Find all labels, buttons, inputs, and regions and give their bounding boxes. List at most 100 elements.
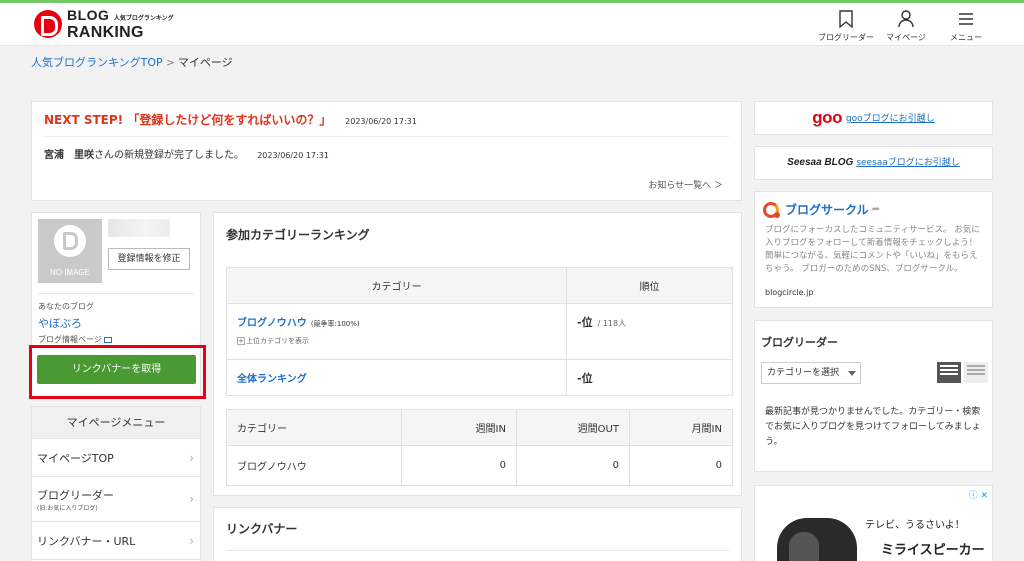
menu-item-link-banner[interactable]: リンクバナー・URL › (32, 522, 200, 560)
blog-circle-description: ブログにフォーカスしたコミュニティサービス。 お気に入りブログをフォローして新着… (765, 225, 980, 274)
goo-migration-link[interactable]: gooブログにお引越し (846, 114, 935, 124)
week-in-cell: 0 (401, 445, 517, 486)
breadcrumb-separator: > (165, 56, 175, 69)
menu-item-blog-reader[interactable]: ブログリーダー (旧:お気に入りブログ) › (32, 477, 200, 522)
divider (226, 550, 729, 551)
speaker-image (777, 518, 857, 561)
week-out-cell: 0 (516, 445, 630, 486)
menu-item-mypage-top[interactable]: マイページTOP › (32, 439, 200, 477)
column-header: 月間IN (629, 409, 733, 446)
breadcrumb-current: マイページ (177, 56, 233, 69)
table-row: ブログノウハウ 0 0 0 (226, 445, 733, 486)
caret-down-icon (848, 371, 856, 376)
plus-icon: + (237, 337, 245, 345)
show-parent-category[interactable]: + 上位カテゴリを表示 (237, 336, 556, 346)
menu-item-label: マイページTOP (37, 451, 114, 465)
menu-title: マイページメニュー (32, 407, 200, 439)
notice-date: 2023/06/20 17:31 (345, 117, 417, 126)
table-row: ブログノウハウ (競争率:100%) + 上位カテゴリを表示 -位 / 118人 (226, 303, 733, 360)
blog-circle-ad[interactable]: ブログサークル ➦ ブログにフォーカスしたコミュニティサービス。 お気に入りブロ… (754, 191, 993, 308)
menu-item-sub: (旧:お気に入りブログ) (37, 504, 98, 512)
logo-line1: BLOG (67, 7, 110, 23)
rank-total: / 118人 (597, 319, 627, 328)
message-date: 2023/06/20 17:31 (257, 151, 329, 160)
chevron-right-icon: › (189, 533, 194, 548)
registration-message: さんの新規登録が完了しました。 (94, 150, 244, 161)
logo-mark-icon (34, 10, 62, 38)
breadcrumb: 人気ブログランキングTOP > マイページ (31, 54, 233, 70)
table-row: 全体ランキング -位 (226, 359, 733, 396)
stats-table: カテゴリー 週間IN 週間OUT 月間IN ブログノウハウ 0 0 0 (226, 409, 733, 486)
category-link[interactable]: ブログノウハウ (237, 318, 307, 329)
nav-label: マイページ (886, 33, 926, 42)
speaker-ad[interactable]: ⓘ ✕ テレビ、うるさいよ！ ミライスピーカー (754, 485, 993, 561)
share-arrow-icon: ➦ (871, 204, 881, 215)
nav-mypage[interactable]: マイページ (876, 9, 936, 43)
column-header: カテゴリー (226, 409, 402, 446)
category-select-value: カテゴリーを選択 (767, 368, 840, 378)
seesaa-migration-banner[interactable]: Seesaa BLOG seesaaブログにお引越し (754, 146, 993, 180)
blog-circle-title: ブログサークル (785, 203, 869, 217)
site-logo[interactable]: BLOG 人気ブログランキング RANKING (34, 7, 174, 41)
get-link-banner-button[interactable]: リンクバナーを取得 (37, 355, 196, 384)
competition-rate: (競争率:100%) (310, 320, 360, 328)
new-window-icon (103, 337, 112, 343)
link-banner-title: リンクバナー (226, 522, 298, 536)
edit-profile-button[interactable]: 登録情報を修正 (108, 248, 190, 270)
blog-reader-title: ブログリーダー (761, 336, 838, 349)
seesaa-migration-link[interactable]: seesaaブログにお引越し (856, 158, 959, 168)
next-step-link[interactable]: NEXT STEP! 「登録したけど何をすればいいの？」 (44, 113, 331, 127)
month-in-cell: 0 (629, 445, 733, 486)
blog-circle-logo-icon (763, 201, 780, 218)
chevron-right-icon: › (189, 450, 194, 465)
column-header: 週間OUT (516, 409, 630, 446)
rank-value: -位 (577, 316, 593, 329)
blog-info-link[interactable]: ブログ情報ページ (38, 334, 112, 345)
column-header: 週間IN (401, 409, 517, 446)
bookmark-icon (839, 9, 853, 29)
notice-panel: NEXT STEP! 「登録したけど何をすればいいの？」 2023/06/20 … (31, 101, 742, 201)
notice-list-link[interactable]: お知らせ一覧へ ＞ (648, 178, 723, 191)
logo-line2: RANKING (67, 24, 144, 41)
goo-migration-banner[interactable]: goo gooブログにお引越し (754, 101, 993, 135)
mypage-menu: マイページメニュー マイページTOP › ブログリーダー (旧:お気に入りブログ… (31, 406, 201, 561)
link-banner-panel: リンクバナー (213, 507, 742, 561)
menu-item-label: ブログリーダー (37, 488, 114, 502)
overall-ranking-link[interactable]: 全体ランキング (237, 374, 307, 385)
nav-label: メニュー (950, 33, 982, 42)
ranking-table: カテゴリー 順位 ブログノウハウ (競争率:100%) + 上位カテゴリを表示 -位… (226, 267, 733, 396)
avatar: NO IMAGE (38, 219, 102, 283)
ad-headline: テレビ、うるさいよ！ (865, 520, 965, 531)
blog-info-label: ブログ情報ページ (38, 335, 102, 344)
user-name: 宮浦 里咲 (44, 150, 94, 161)
reader-empty-message: 最新記事が見つかりませんでした。カテゴリー・検索でお気に入りブログを見つけてフォ… (765, 407, 981, 447)
list-view-icon[interactable] (937, 362, 961, 383)
site-header: BLOG 人気ブログランキング RANKING ブログリーダー マイページ メニ… (0, 3, 1024, 46)
blog-name-link[interactable]: やぼぶろ (38, 315, 82, 331)
hamburger-icon (958, 9, 974, 29)
no-image-label: NO IMAGE (49, 268, 90, 277)
breadcrumb-home-link[interactable]: 人気ブログランキングTOP (31, 56, 163, 69)
ad-product-name: ミライスピーカー (881, 543, 985, 558)
rank-value: -位 (577, 371, 593, 385)
nav-blog-reader[interactable]: ブログリーダー (816, 9, 876, 43)
category-cell: ブログノウハウ (226, 445, 402, 486)
menu-item-label: リンクバナー・URL (37, 534, 136, 548)
chevron-right-icon: › (189, 492, 194, 506)
seesaa-logo: Seesaa BLOG (787, 157, 854, 168)
ad-choices-icon[interactable]: ⓘ ✕ (969, 488, 988, 501)
logo-line1-small: 人気ブログランキング (113, 16, 174, 22)
divider (44, 136, 729, 137)
show-parent-label: 上位カテゴリを表示 (246, 337, 309, 345)
column-header: カテゴリー (226, 267, 567, 304)
goo-logo: goo (812, 108, 842, 127)
blog-circle-url: blogcircle.jp (765, 288, 814, 297)
ranking-title: 参加カテゴリーランキング (226, 228, 370, 242)
user-icon (898, 9, 914, 29)
compact-view-icon[interactable] (964, 362, 988, 383)
nav-label: ブログリーダー (818, 33, 874, 42)
nav-menu[interactable]: メニュー (936, 9, 996, 43)
category-select[interactable]: カテゴリーを選択 (761, 362, 861, 384)
column-header: 順位 (566, 267, 733, 304)
blurred-username (108, 219, 170, 237)
